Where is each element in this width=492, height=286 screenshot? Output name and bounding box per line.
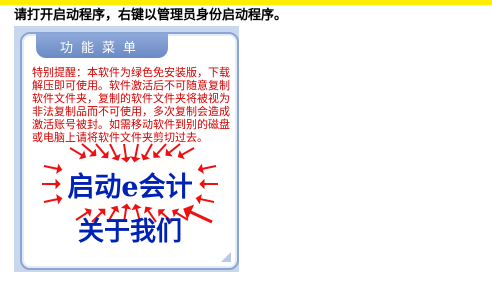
function-menu-window: 功能菜单 特别提醒：本软件为绿色免安装版，下载解压即可使用。软件激活后不可随意复… <box>14 26 239 272</box>
arrow-shaft <box>95 143 106 156</box>
function-menu-panel: 功能菜单 特别提醒：本软件为绿色免安装版，下载解压即可使用。软件激活后不可随意复… <box>20 32 239 270</box>
arrow-shaft <box>144 143 153 157</box>
arrow-head <box>130 156 141 163</box>
top-highlight-bar <box>0 0 492 5</box>
arrow-head <box>131 203 142 211</box>
arrow-shaft <box>43 198 58 203</box>
arrow-shaft <box>134 143 139 158</box>
arrow-shaft <box>43 165 58 170</box>
corner-decoration-icon <box>221 252 231 262</box>
start-e-accounting-button[interactable]: 启动e会计 <box>60 166 200 203</box>
arrow-shaft <box>168 143 181 154</box>
arrow-shaft <box>202 165 217 170</box>
arrow-shaft <box>109 143 118 157</box>
arrow-head <box>120 203 132 210</box>
arrow-head <box>199 178 205 190</box>
arrow-shaft <box>69 147 83 157</box>
arrow-shaft <box>155 143 167 156</box>
arrow-shaft <box>123 143 128 158</box>
arrow-shaft <box>200 198 215 203</box>
arrow-shaft <box>181 147 195 156</box>
instruction-text: 请打开启动程序，右键以管理员身份启动程序。 <box>14 8 288 23</box>
arrow-head <box>120 156 132 163</box>
about-us-button[interactable]: 关于我们 <box>60 212 200 247</box>
